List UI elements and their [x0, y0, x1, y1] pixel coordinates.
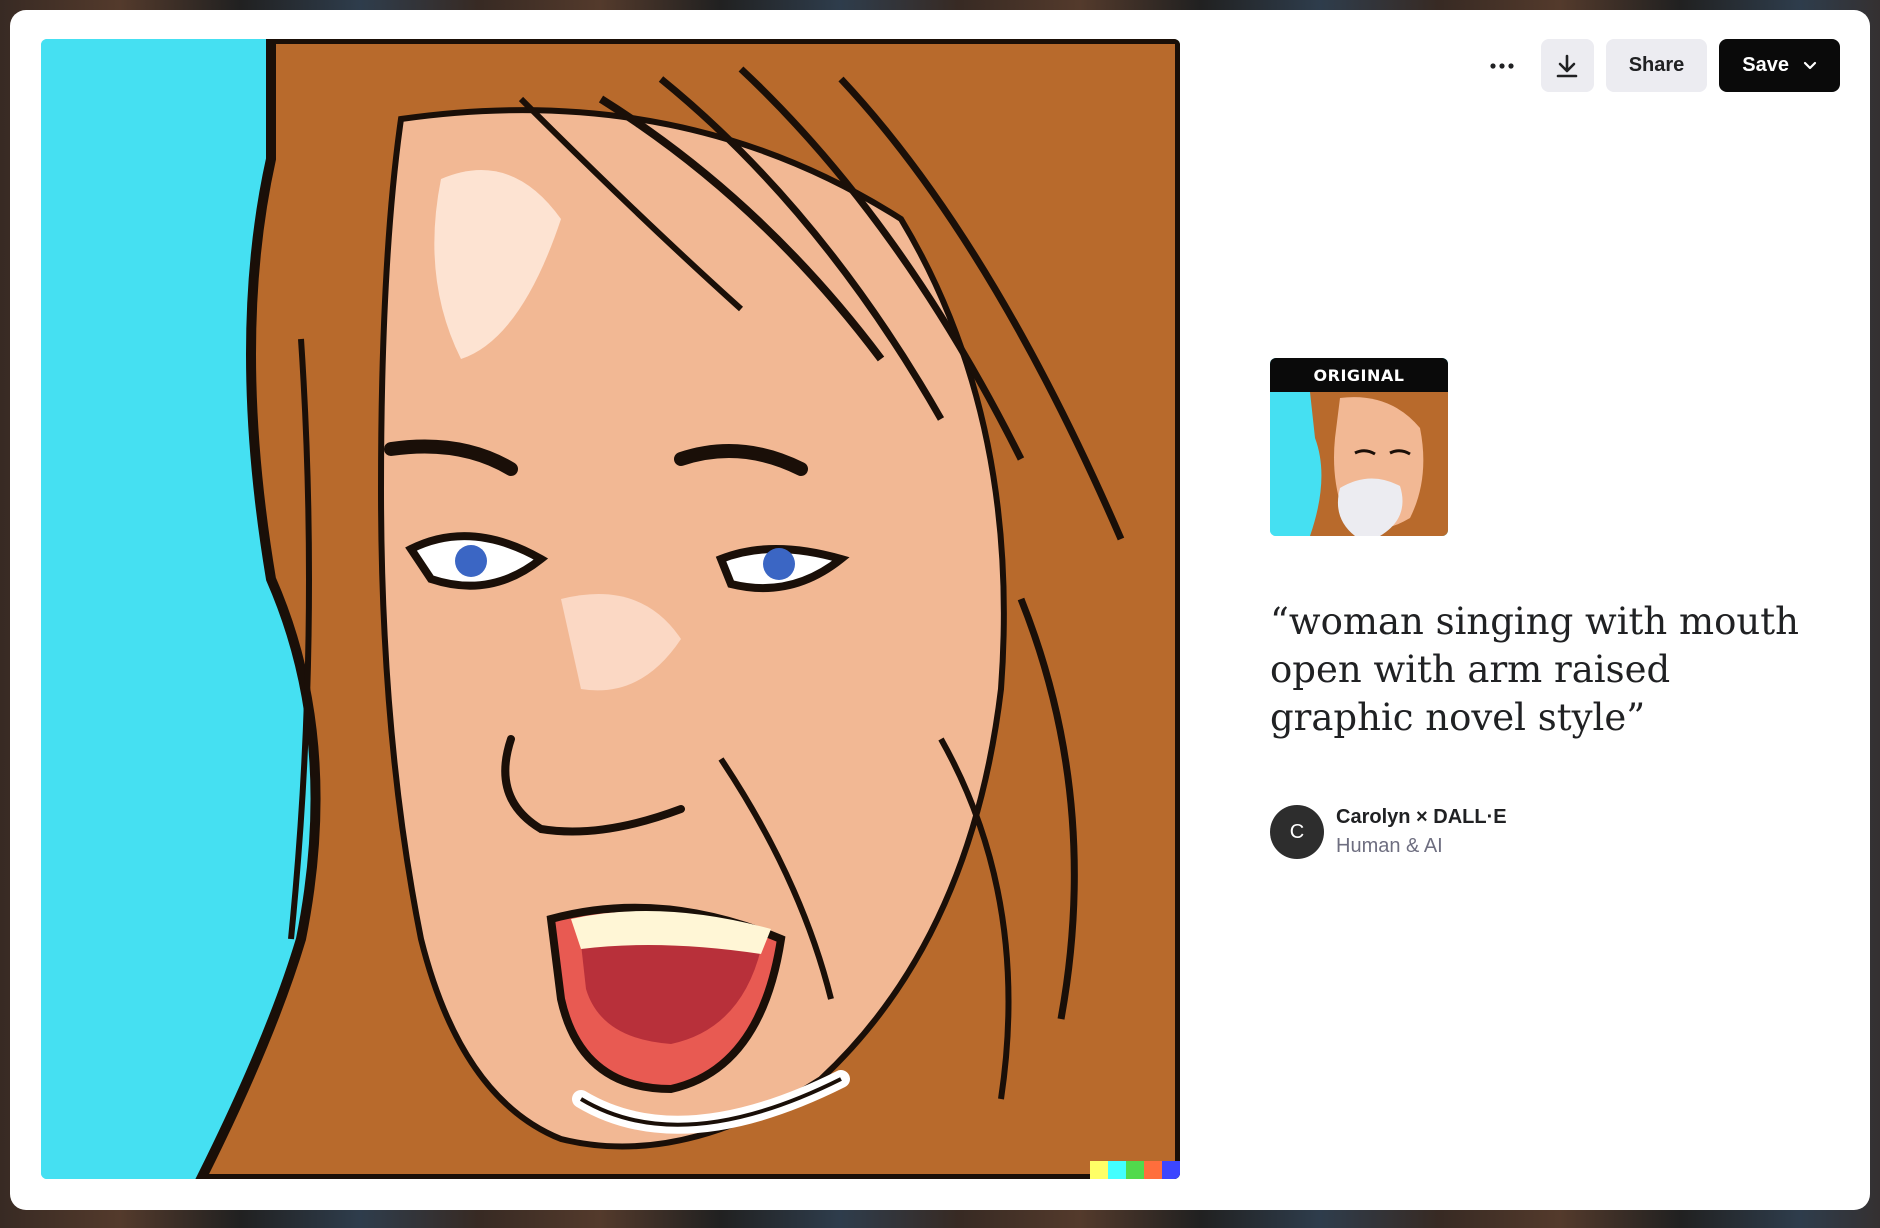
signature-swatch-cyan — [1108, 1161, 1126, 1179]
generated-image-art — [41, 39, 1180, 1179]
more-options-button[interactable] — [1476, 39, 1529, 92]
save-label: Save — [1742, 54, 1789, 76]
author-subtitle: Human & AI — [1336, 835, 1443, 857]
toolbar: Share Save — [1476, 39, 1840, 92]
author-attribution: C Carolyn × DALL·E Human & AI — [1270, 805, 1507, 859]
original-label: ORIGINAL — [1270, 358, 1448, 392]
share-label: Share — [1628, 54, 1685, 76]
signature-swatch-green — [1126, 1161, 1144, 1179]
share-button[interactable]: Share — [1605, 39, 1708, 92]
chevron-down-icon — [1803, 61, 1817, 70]
image-detail-modal: Share Save ORIGINAL “woman singing with … — [10, 10, 1870, 1210]
prompt-text: “woman singing with mouth open with arm … — [1270, 600, 1799, 739]
signature-swatch-blue — [1162, 1161, 1180, 1179]
author-text: Carolyn × DALL·E Human & AI — [1336, 806, 1507, 858]
author-name: Carolyn × DALL·E — [1336, 806, 1507, 828]
signature-swatch-orange — [1144, 1161, 1162, 1179]
more-horizontal-icon — [1490, 62, 1514, 69]
save-button[interactable]: Save — [1719, 39, 1840, 92]
signature-swatch-yellow — [1090, 1161, 1108, 1179]
download-icon — [1556, 54, 1578, 77]
original-image-thumbnail[interactable]: ORIGINAL — [1270, 358, 1448, 536]
generated-image[interactable] — [41, 39, 1180, 1179]
dalle-signature — [1090, 1161, 1180, 1179]
avatar[interactable]: C — [1270, 805, 1324, 859]
download-button[interactable] — [1540, 39, 1594, 92]
